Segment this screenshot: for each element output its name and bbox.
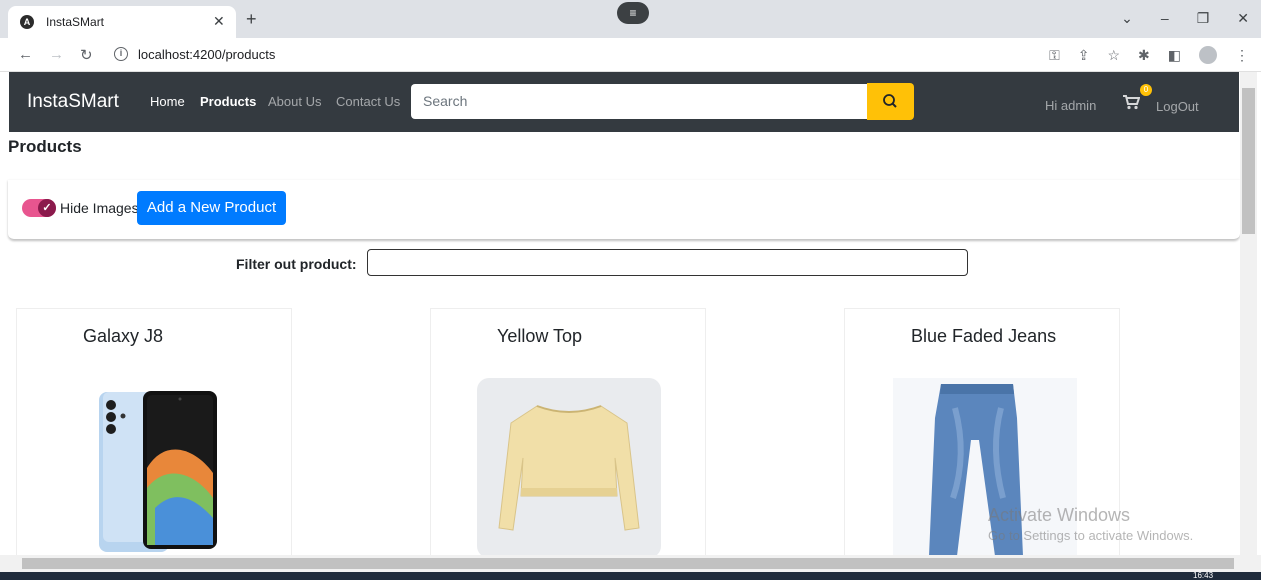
close-window-icon[interactable]: ✕ — [1237, 10, 1249, 27]
product-image — [95, 378, 225, 556]
browser-tab[interactable]: A InstaSMart ✕ — [8, 6, 236, 38]
scrollbar-thumb[interactable] — [22, 558, 1234, 569]
profile-avatar[interactable] — [1199, 46, 1217, 64]
menu-kebab-icon[interactable]: ⋮ — [1235, 47, 1249, 64]
product-card[interactable]: Yellow Top — [430, 308, 706, 556]
cart-icon[interactable] — [1122, 94, 1140, 110]
forward-icon[interactable]: → — [49, 46, 64, 63]
tab-title: InstaSMart — [46, 15, 105, 29]
page-title: Products — [8, 137, 82, 156]
key-icon[interactable]: ⚿ — [1049, 47, 1060, 64]
app-navbar: InstaSMart Home Products About Us Contac… — [9, 72, 1239, 132]
product-name: Yellow Top — [497, 326, 583, 346]
filter-input[interactable] — [367, 249, 968, 276]
cart-count-badge: 0 — [1140, 84, 1152, 96]
address-bar[interactable]: i localhost:4200/products — [108, 42, 1028, 68]
nav-products[interactable]: Products — [200, 94, 256, 109]
taskbar-clock: 16:43 — [1193, 571, 1214, 580]
vertical-scrollbar[interactable] — [1240, 72, 1257, 555]
site-info-icon[interactable]: i — [114, 47, 128, 61]
new-tab-icon[interactable]: + — [246, 9, 257, 30]
reload-icon[interactable]: ↻ — [80, 46, 93, 64]
share-icon[interactable]: ⇪ — [1078, 47, 1090, 64]
search-icon — [883, 94, 897, 108]
nav-contact-us[interactable]: Contact Us — [336, 94, 400, 109]
minimize-icon[interactable]: – — [1161, 10, 1169, 27]
nav-about-us[interactable]: About Us — [268, 94, 321, 109]
bookmark-star-icon[interactable]: ☆ — [1107, 47, 1120, 64]
nav-home[interactable]: Home — [150, 94, 185, 109]
side-panel-icon[interactable]: ◧ — [1168, 47, 1181, 64]
product-name: Galaxy J8 — [83, 326, 164, 346]
hide-images-label: Hide Images — [60, 200, 139, 216]
windows-activation-subtitle: Go to Settings to activate Windows. — [988, 528, 1194, 543]
check-icon: ✓ — [38, 199, 56, 217]
brand-logo[interactable]: InstaSMart — [27, 91, 119, 113]
tab-search-icon[interactable]: ≡ — [617, 2, 649, 24]
logout-link[interactable]: LogOut — [1156, 99, 1199, 114]
search-button[interactable] — [867, 83, 914, 120]
product-name: Blue Faded Jeans — [911, 326, 1057, 346]
product-card[interactable]: Galaxy J8 — [16, 308, 292, 556]
add-product-button[interactable]: Add a New Product — [137, 191, 286, 225]
angular-favicon-icon: A — [20, 15, 34, 29]
restore-icon[interactable]: ❐ — [1197, 10, 1210, 27]
browser-tab-strip: A InstaSMart ✕ + ≡ ⌄ – ❐ ✕ — [0, 0, 1261, 38]
browser-actions: ⚿ ⇪ ☆ ✱ ◧ ⋮ — [1049, 46, 1249, 64]
horizontal-scrollbar[interactable] — [0, 555, 1261, 572]
tab-close-icon[interactable]: ✕ — [213, 13, 225, 30]
product-image — [477, 378, 661, 556]
hide-images-toggle[interactable]: ✓ — [22, 199, 56, 217]
filter-label: Filter out product: — [236, 256, 357, 272]
window-controls: ⌄ – ❐ ✕ — [1121, 10, 1249, 27]
extensions-icon[interactable]: ✱ — [1138, 47, 1150, 64]
windows-activation-title: Activate Windows — [988, 505, 1131, 525]
browser-toolbar: ← → ↻ i localhost:4200/products ⚿ ⇪ ☆ ✱ … — [0, 38, 1261, 72]
search-input[interactable]: Search — [411, 84, 867, 119]
chevron-down-icon[interactable]: ⌄ — [1121, 10, 1133, 27]
products-toolbar: ✓ Hide Images Add a New Product — [8, 180, 1240, 240]
back-icon[interactable]: ← — [18, 46, 33, 63]
scrollbar-thumb[interactable] — [1242, 88, 1255, 234]
address-url: localhost:4200/products — [138, 47, 276, 62]
os-taskbar: 16:43 — [0, 572, 1261, 580]
user-greeting: Hi admin — [1045, 98, 1097, 113]
